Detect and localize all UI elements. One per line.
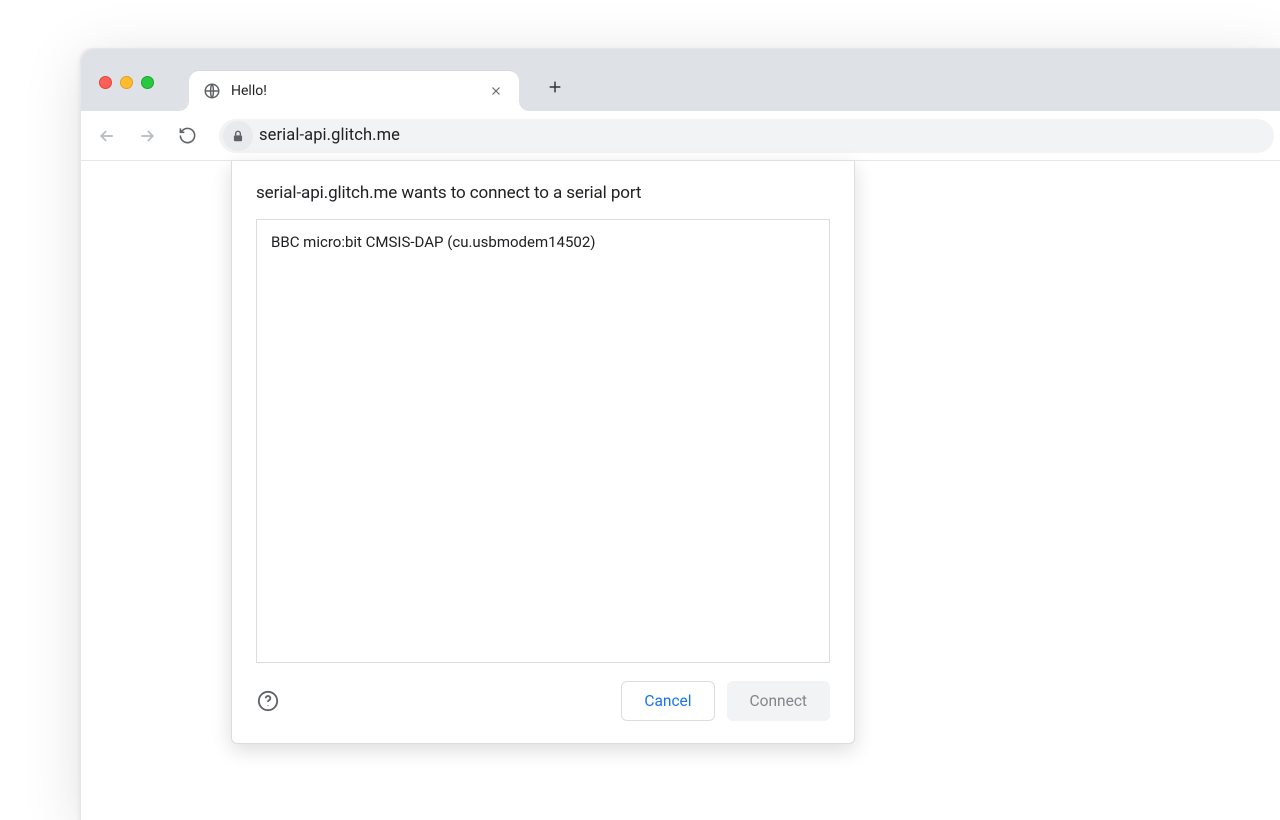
plus-icon: [547, 79, 563, 95]
reload-icon: [178, 126, 197, 145]
help-button[interactable]: [256, 689, 280, 713]
window-close-button[interactable]: [99, 76, 112, 89]
close-icon: [490, 85, 502, 97]
dialog-origin: serial-api.glitch.me: [256, 183, 397, 203]
tab-strip: Hello!: [81, 49, 1280, 111]
window-fullscreen-button[interactable]: [141, 76, 154, 89]
browser-tab-active[interactable]: Hello!: [189, 71, 519, 111]
serial-port-permission-dialog: serial-api.glitch.me wants to connect to…: [231, 161, 855, 744]
window-controls: [99, 76, 154, 89]
arrow-left-icon: [97, 126, 117, 146]
tab-title: Hello!: [231, 83, 477, 99]
serial-device-list[interactable]: BBC micro:bit CMSIS-DAP (cu.usbmodem1450…: [256, 219, 830, 663]
nav-reload-button[interactable]: [169, 118, 205, 154]
dialog-actions: Cancel Connect: [232, 663, 854, 727]
browser-toolbar: serial-api.glitch.me: [81, 111, 1280, 161]
tab-close-button[interactable]: [487, 82, 505, 100]
page-content: serial-api.glitch.me wants to connect to…: [81, 161, 1280, 820]
nav-back-button[interactable]: [89, 118, 125, 154]
address-bar-url: serial-api.glitch.me: [259, 126, 400, 145]
lock-icon: [231, 129, 245, 143]
serial-device-item[interactable]: BBC micro:bit CMSIS-DAP (cu.usbmodem1450…: [257, 220, 829, 264]
new-tab-button[interactable]: [541, 73, 569, 101]
address-bar[interactable]: serial-api.glitch.me: [219, 119, 1274, 153]
dialog-title-suffix: wants to connect to a serial port: [397, 183, 641, 203]
connect-button[interactable]: Connect: [727, 681, 830, 721]
globe-icon: [203, 82, 221, 100]
window-minimize-button[interactable]: [120, 76, 133, 89]
cancel-button[interactable]: Cancel: [621, 681, 714, 721]
browser-window: Hello!: [80, 48, 1280, 820]
site-info-button[interactable]: [223, 121, 253, 151]
arrow-right-icon: [137, 126, 157, 146]
help-icon: [257, 690, 279, 712]
nav-forward-button[interactable]: [129, 118, 165, 154]
dialog-title: serial-api.glitch.me wants to connect to…: [232, 161, 854, 219]
